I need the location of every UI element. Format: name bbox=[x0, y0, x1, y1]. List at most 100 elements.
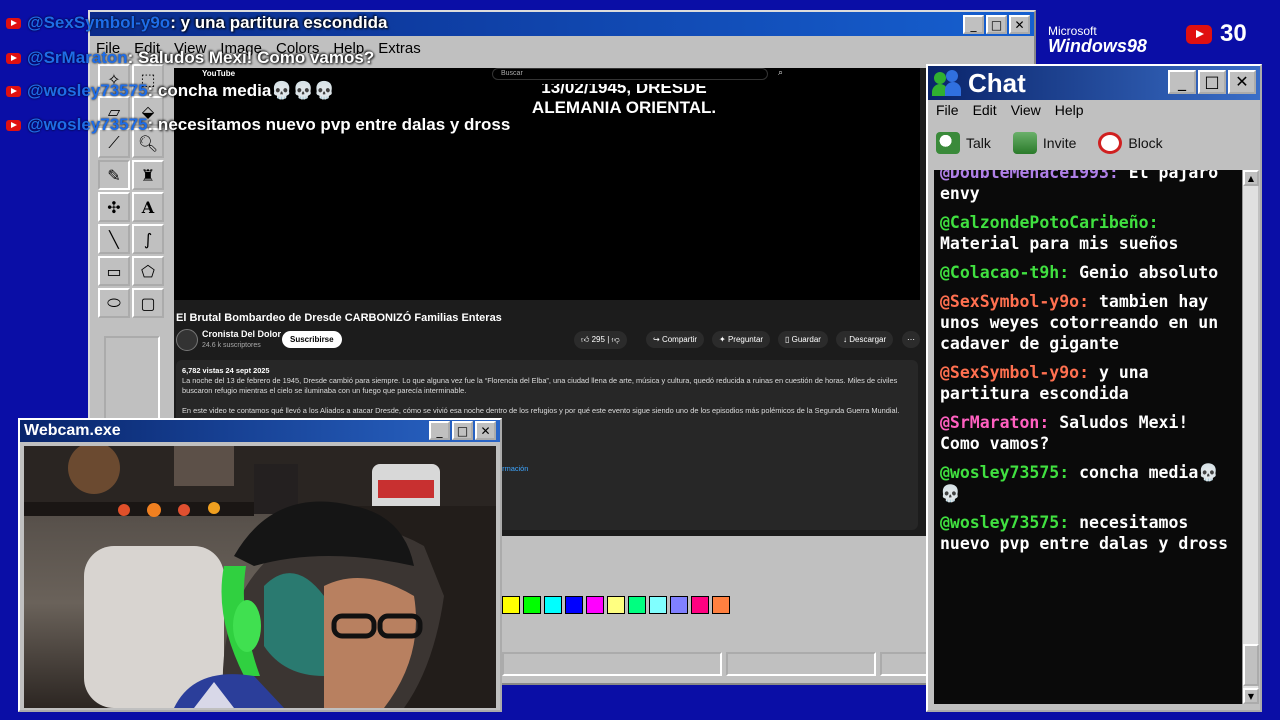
subscriber-count: 24.6 k suscriptores bbox=[202, 342, 261, 349]
rounded-rect-icon[interactable]: ▢ bbox=[132, 288, 164, 318]
menu-file[interactable]: File bbox=[936, 102, 959, 118]
ask-button[interactable]: ✦ Preguntar bbox=[712, 331, 771, 348]
talk-button[interactable]: Talk bbox=[936, 132, 991, 154]
chat-username: @wosley73575: bbox=[940, 513, 1070, 532]
overlay-message: : necesitamos nuevo pvp entre dalas y dr… bbox=[147, 115, 511, 134]
channel-avatar[interactable] bbox=[176, 329, 198, 351]
chat-message: @SexSymbol-y9o: tambien hay unos weyes c… bbox=[940, 291, 1236, 354]
chat-message: @wosley73575: necesitamos nuevo pvp entr… bbox=[940, 512, 1236, 554]
color-swatch[interactable] bbox=[691, 596, 709, 614]
menu-extras[interactable]: Extras bbox=[378, 40, 421, 57]
invite-button[interactable]: Invite bbox=[1012, 132, 1077, 154]
tool-options-box[interactable] bbox=[104, 336, 160, 428]
like-count: 295 bbox=[591, 335, 605, 344]
close-button[interactable]: ✕ bbox=[1009, 15, 1030, 34]
video-stats: 6,782 vistas 24 sept 2025 bbox=[182, 366, 270, 375]
invite-label: Invite bbox=[1042, 135, 1077, 151]
status-cell-1 bbox=[502, 652, 722, 676]
color-swatch[interactable] bbox=[628, 596, 646, 614]
airbrush-icon[interactable]: ✣ bbox=[98, 192, 130, 222]
search-input[interactable]: Buscar bbox=[492, 68, 768, 80]
chat-username: @DoubleMenace1993: bbox=[940, 170, 1119, 182]
download-label: Descargar bbox=[849, 335, 887, 344]
menu-view[interactable]: View bbox=[1011, 102, 1041, 118]
maximize-button[interactable]: □ bbox=[452, 421, 473, 440]
overlay-message: : Saludos Mexi! Como vamos? bbox=[127, 48, 375, 67]
chat-text: Genio absoluto bbox=[1069, 263, 1219, 282]
subscribe-button[interactable]: Suscribirse bbox=[282, 331, 342, 348]
chat-scrollbar[interactable]: ▲ ▼ bbox=[1242, 170, 1259, 704]
chat-username: @Colacao-t9h: bbox=[940, 263, 1070, 282]
rectangle-icon[interactable]: ▭ bbox=[98, 256, 130, 286]
webcam-titlebar: Webcam.exe bbox=[20, 420, 500, 442]
block-icon bbox=[1098, 132, 1123, 154]
chat-title: Chat bbox=[968, 67, 1026, 98]
block-button[interactable]: Block bbox=[1098, 132, 1163, 154]
color-swatch[interactable] bbox=[712, 596, 730, 614]
pencil-icon[interactable]: ✎ bbox=[98, 160, 130, 190]
ask-label: Preguntar bbox=[727, 335, 764, 344]
chat-messages: @DoubleMenace1993: El pájaro envy @Calzon… bbox=[940, 170, 1236, 554]
ellipse-icon[interactable]: ⬭ bbox=[98, 288, 130, 318]
minimize-button[interactable]: _ bbox=[429, 421, 450, 440]
download-button[interactable]: ↓ Descargar bbox=[836, 331, 894, 348]
close-button[interactable]: ✕ bbox=[1228, 70, 1256, 94]
text-icon[interactable]: A bbox=[132, 192, 164, 222]
description-paragraph-1: La noche del 13 de febrero de 1945, Dres… bbox=[182, 376, 898, 395]
color-swatch[interactable] bbox=[649, 596, 667, 614]
webcam-scene bbox=[24, 446, 496, 708]
overlay-username: @SexSymbol-y9o bbox=[27, 13, 171, 32]
curve-icon[interactable]: ∫ bbox=[132, 224, 164, 254]
color-swatch[interactable] bbox=[502, 596, 520, 614]
overlay-message: : y una partitura escondida bbox=[170, 13, 388, 32]
menu-edit[interactable]: Edit bbox=[973, 102, 997, 118]
color-swatch[interactable] bbox=[607, 596, 625, 614]
show-more-link[interactable]: ormación bbox=[498, 464, 528, 474]
share-button[interactable]: ↪ Compartir bbox=[646, 331, 705, 348]
scroll-thumb[interactable] bbox=[1243, 644, 1259, 686]
save-button[interactable]: ▯ Guardar bbox=[778, 331, 828, 348]
youtube-icon bbox=[6, 17, 21, 29]
more-icon[interactable]: ⋯ bbox=[902, 331, 920, 348]
color-swatch[interactable] bbox=[544, 596, 562, 614]
chat-message: @SrMaraton: Saludos Mexi! Como vamos? bbox=[940, 412, 1236, 454]
polygon-icon[interactable]: ⬠ bbox=[132, 256, 164, 286]
webcam-feed bbox=[24, 446, 496, 708]
maximize-button[interactable]: □ bbox=[1198, 70, 1226, 94]
viewer-count: 30 bbox=[1220, 20, 1247, 47]
chat-message: @CalzondePotoCaribeño: Material para mis… bbox=[940, 212, 1236, 254]
youtube-logo: YouTube bbox=[202, 69, 236, 78]
line-icon[interactable]: ╲ bbox=[98, 224, 130, 254]
overlay-username: @wosley73575 bbox=[27, 115, 148, 134]
search-icon[interactable]: ⌕ bbox=[778, 68, 783, 78]
chat-text: Material para mis sueños bbox=[940, 234, 1179, 253]
scroll-down-icon[interactable]: ▼ bbox=[1243, 688, 1259, 704]
maximize-button[interactable]: □ bbox=[986, 15, 1007, 34]
video-player[interactable]: YouTube Buscar ⌕ 13/02/1945, DRESDE ALEM… bbox=[174, 68, 920, 300]
minimize-button[interactable]: _ bbox=[1168, 70, 1196, 94]
paint-window-controls: _ □ ✕ bbox=[963, 15, 1030, 34]
overlay-username: @SrMaraton bbox=[27, 48, 128, 67]
chat-username: @CalzondePotoCaribeño: bbox=[940, 213, 1159, 232]
minimize-button[interactable]: _ bbox=[963, 15, 984, 34]
chat-username: @SrMaraton: bbox=[940, 413, 1050, 432]
color-swatch[interactable] bbox=[523, 596, 541, 614]
talk-label: Talk bbox=[966, 135, 991, 151]
channel-row: Cronista Del Dolor 24.6 k suscriptores S… bbox=[176, 329, 926, 355]
chat-username: @wosley73575: bbox=[940, 463, 1070, 482]
like-button[interactable]: 👍︎ 295 | 👎︎ bbox=[574, 331, 627, 349]
color-swatch[interactable] bbox=[586, 596, 604, 614]
scroll-up-icon[interactable]: ▲ bbox=[1243, 170, 1259, 186]
color-swatch[interactable] bbox=[670, 596, 688, 614]
youtube-icon bbox=[6, 52, 21, 64]
webcam-title: Webcam.exe bbox=[24, 422, 121, 439]
brush-icon[interactable]: ♜ bbox=[132, 160, 164, 190]
chat-message: @DoubleMenace1993: El pájaro envy bbox=[940, 170, 1236, 204]
share-label: Compartir bbox=[661, 335, 698, 344]
color-swatch[interactable] bbox=[565, 596, 583, 614]
overlay-chat-line: @wosley73575: necesitamos nuevo pvp entr… bbox=[6, 115, 510, 135]
chat-log[interactable]: @DoubleMenace1993: El pájaro envy @Calzon… bbox=[934, 170, 1242, 704]
channel-name[interactable]: Cronista Del Dolor bbox=[202, 329, 281, 339]
close-button[interactable]: ✕ bbox=[475, 421, 496, 440]
menu-help[interactable]: Help bbox=[1055, 102, 1084, 118]
